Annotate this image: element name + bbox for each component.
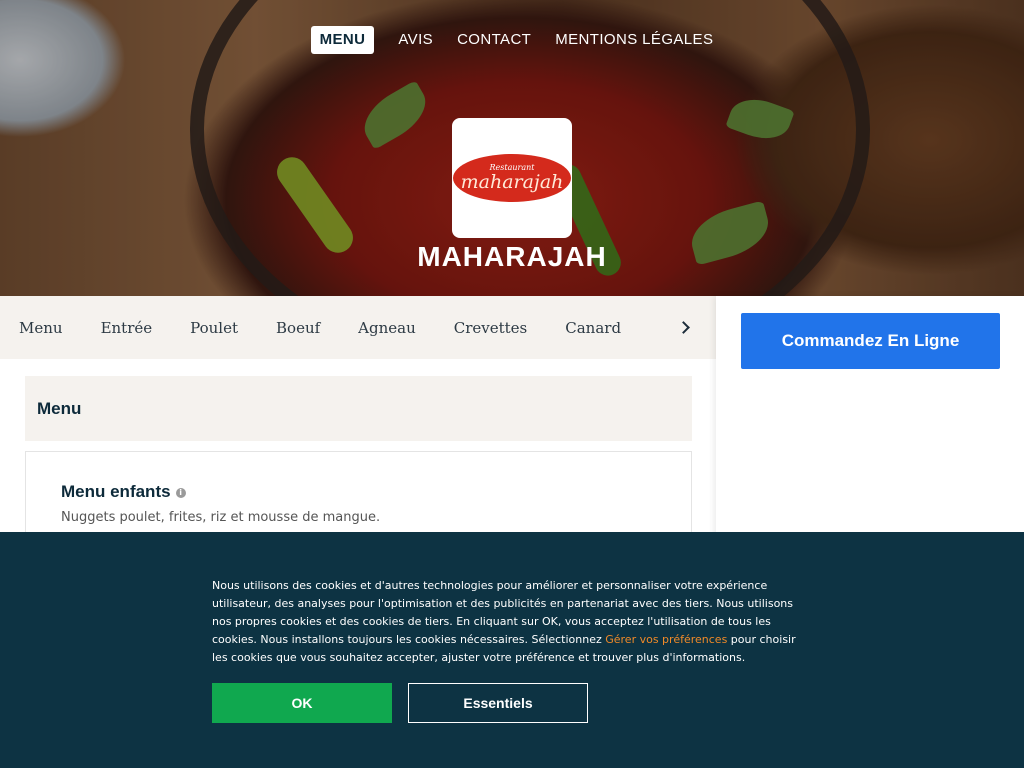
cookie-essentials-button[interactable]: Essentiels (408, 683, 588, 723)
menu-item-description: Nuggets poulet, frites, riz et mousse de… (61, 510, 381, 525)
cookie-banner: Nous utilisons des cookies et d'autres t… (0, 532, 1024, 768)
logo-emblem: Restaurant maharajah (453, 154, 571, 202)
category-scroll-right[interactable] (654, 296, 716, 359)
category-bar: Menu Entrée Poulet Boeuf Agneau Crevette… (0, 296, 716, 359)
chevron-right-icon (676, 321, 690, 334)
category-poulet[interactable]: Poulet (171, 319, 257, 337)
top-navigation: MENU AVIS CONTACT MENTIONS LÉGALES (0, 26, 1024, 54)
category-menu[interactable]: Menu (0, 319, 82, 337)
nav-mentions-legales[interactable]: MENTIONS LÉGALES (555, 26, 713, 54)
category-crevettes[interactable]: Crevettes (435, 319, 547, 337)
nav-menu[interactable]: MENU (310, 26, 375, 54)
category-canard[interactable]: Canard (546, 319, 640, 337)
logo-big-text: maharajah (460, 170, 564, 193)
section-title: Menu (25, 376, 692, 441)
menu-item-title: Menu enfants (61, 482, 171, 501)
menu-item-heading: Menu enfants i (61, 482, 656, 502)
nav-contact[interactable]: CONTACT (457, 26, 531, 54)
order-online-button[interactable]: Commandez En Ligne (741, 313, 1000, 369)
restaurant-name: MAHARAJAH (417, 241, 607, 272)
info-icon[interactable]: i (175, 488, 186, 498)
manage-preferences-link[interactable]: Gérer vos préférences (605, 633, 727, 646)
category-entree[interactable]: Entrée (82, 319, 172, 337)
restaurant-logo: Restaurant maharajah (452, 118, 572, 238)
nav-avis[interactable]: AVIS (398, 26, 433, 54)
category-agneau[interactable]: Agneau (339, 319, 435, 337)
category-boeuf[interactable]: Boeuf (257, 319, 339, 337)
cookie-text: Nous utilisons des cookies et d'autres t… (212, 577, 812, 667)
cookie-ok-button[interactable]: OK (212, 683, 392, 723)
